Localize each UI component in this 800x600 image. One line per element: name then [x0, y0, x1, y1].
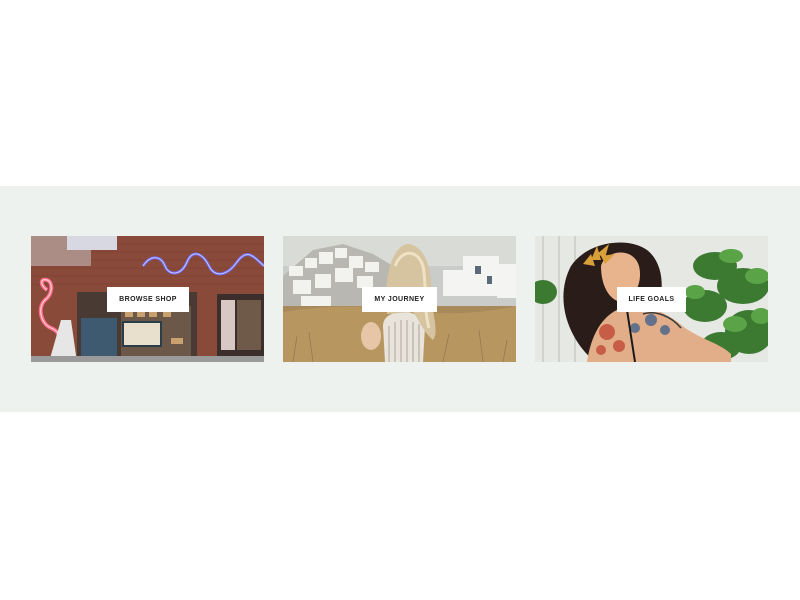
tile-label-life-goals: Life Goals [617, 287, 686, 312]
page: Browse Shop [0, 0, 800, 600]
tile-my-journey[interactable]: My Journey [283, 236, 516, 362]
tile-label-browse-shop: Browse Shop [107, 287, 189, 312]
tile-label-my-journey: My Journey [362, 287, 437, 312]
tile-life-goals[interactable]: Life Goals [535, 236, 768, 362]
tile-browse-shop[interactable]: Browse Shop [31, 236, 264, 362]
feature-band: Browse Shop [0, 186, 800, 412]
